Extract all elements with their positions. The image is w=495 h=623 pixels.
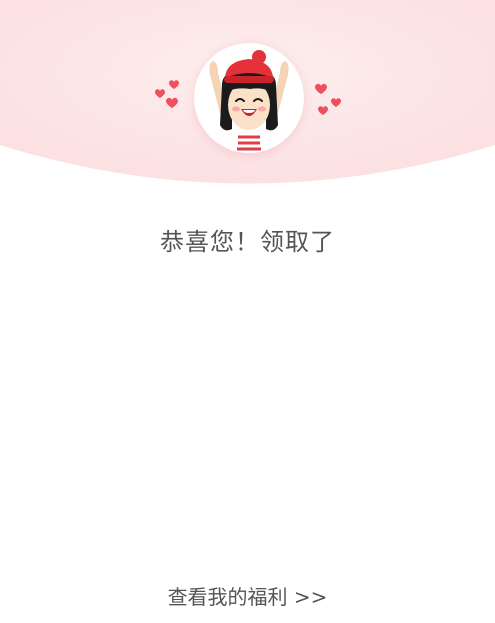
cheering-girl-icon xyxy=(209,50,289,153)
cheering-girl-avatar xyxy=(194,43,304,153)
hearts-icon xyxy=(155,80,179,108)
header-banner xyxy=(0,0,495,190)
view-benefits-link[interactable]: 查看我的福利 >> xyxy=(0,581,495,610)
success-title: 恭喜您！领取了 xyxy=(160,228,335,256)
hearts-icon xyxy=(315,83,341,115)
